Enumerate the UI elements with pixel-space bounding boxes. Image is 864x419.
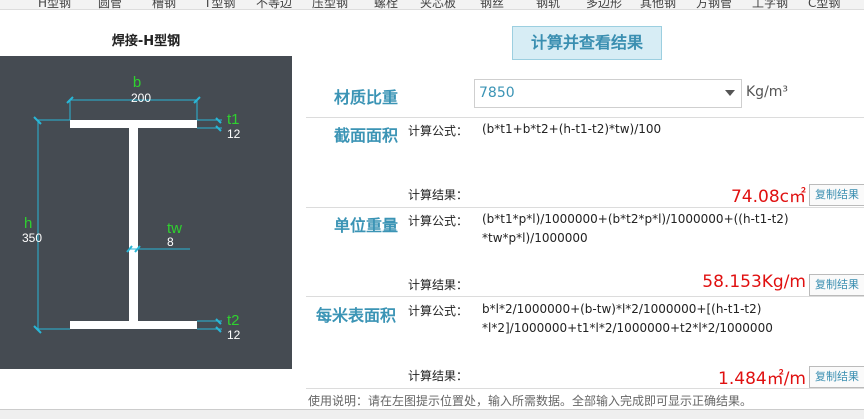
tab-c-steel[interactable]: C型钢 xyxy=(808,0,840,9)
tab-square-tube[interactable]: 方钢管 xyxy=(696,0,732,9)
weight-result: 58.153Kg/m xyxy=(702,272,806,292)
surface-result: 1.484㎡/m xyxy=(718,369,806,389)
h-label: h xyxy=(24,215,32,232)
result-label: 计算结果： xyxy=(408,369,469,383)
divider xyxy=(306,207,864,208)
formula-label: 计算公式： xyxy=(408,214,469,228)
chevron-down-icon[interactable] xyxy=(725,90,735,96)
h-value[interactable]: 350 xyxy=(22,231,42,245)
area-result: 74.08c㎡ xyxy=(730,187,806,207)
copy-area-button[interactable]: 复制结果 xyxy=(809,184,864,206)
area-formula: (b*t1+b*t2+(h-t1-t2)*tw)/100 xyxy=(482,120,862,139)
tw-value[interactable]: 8 xyxy=(167,235,174,249)
usage-note: 使用说明：请在左图提示位置处，输入所需数据。全部输入完成即可显示正确结果。 xyxy=(308,394,753,408)
density-select[interactable]: 7850 xyxy=(474,79,742,108)
copy-weight-button[interactable]: 复制结果 xyxy=(809,274,864,296)
bottom-status-bar xyxy=(0,409,864,419)
result-label: 计算结果： xyxy=(408,278,469,292)
h-beam-diagram: b 200 t1 12 h 350 tw 8 t2 12 xyxy=(0,56,292,369)
shape-tab-bar: H型钢 圆管 槽钢 T型钢 不等边 压型钢 螺栓 夹芯板 钢丝 钢轨 多边形 其… xyxy=(0,0,864,10)
b-value[interactable]: 200 xyxy=(131,91,151,105)
b-label: b xyxy=(133,74,141,91)
tab-profiled-steel[interactable]: 压型钢 xyxy=(312,0,348,9)
section-area-label: 截面面积 xyxy=(334,126,399,145)
tab-unequal-angle[interactable]: 不等边 xyxy=(256,0,292,9)
tab-rail[interactable]: 钢轨 xyxy=(536,0,560,9)
shape-title: 焊接-H型钢 xyxy=(111,34,181,49)
formula-line: b*l*2/1000000+(b-tw)*l*2/1000000+[(h-t1-… xyxy=(482,302,762,316)
tab-other-steel[interactable]: 其他钢 xyxy=(640,0,676,9)
tab-i-beam[interactable]: 工字钢 xyxy=(752,0,788,9)
weight-formula: (b*t1*p*l)/1000000+(b*t2*p*l)/1000000+((… xyxy=(482,210,862,248)
tab-bolt[interactable]: 螺栓 xyxy=(374,0,398,9)
bottom-flange xyxy=(70,321,197,329)
result-label: 计算结果： xyxy=(408,188,469,202)
tab-channel[interactable]: 槽钢 xyxy=(152,0,176,9)
formula-label: 计算公式： xyxy=(408,304,469,318)
tab-round-pipe[interactable]: 圆管 xyxy=(98,0,122,9)
tab-steel-wire[interactable]: 钢丝 xyxy=(480,0,504,9)
copy-surface-button[interactable]: 复制结果 xyxy=(809,366,864,388)
calculate-button[interactable]: 计算并查看结果 xyxy=(512,26,662,60)
tab-sandwich-panel[interactable]: 夹芯板 xyxy=(420,0,456,9)
density-value: 7850 xyxy=(479,85,515,101)
density-unit: Kg/m³ xyxy=(746,84,789,100)
tab-t-beam[interactable]: T型钢 xyxy=(204,0,235,9)
tab-h-beam[interactable]: H型钢 xyxy=(38,0,71,9)
top-flange xyxy=(70,120,197,128)
tab-polygon[interactable]: 多边形 xyxy=(586,0,622,9)
h-beam-drawing: b 200 t1 12 h 350 tw 8 t2 12 xyxy=(22,74,241,342)
t1-value[interactable]: 12 xyxy=(227,127,241,141)
density-label: 材质比重 xyxy=(334,88,399,107)
web xyxy=(129,128,138,321)
divider xyxy=(306,117,864,118)
formula-line: (b*t1+b*t2+(h-t1-t2)*tw)/100 xyxy=(482,122,662,136)
section-surface-label: 每米表面积 xyxy=(316,306,397,325)
formula-label: 计算公式： xyxy=(408,124,469,138)
formula-line: (b*t1*p*l)/1000000+(b*t2*p*l)/1000000+((… xyxy=(482,212,789,226)
t1-label: t1 xyxy=(227,111,240,128)
divider xyxy=(306,388,864,389)
section-weight-label: 单位重量 xyxy=(334,216,399,235)
formula-line: *tw*p*l)/1000000 xyxy=(482,231,588,245)
formula-line: *l*2]/1000000+t1*l*2/1000000+t2*l*2/1000… xyxy=(482,321,773,335)
surface-formula: b*l*2/1000000+(b-tw)*l*2/1000000+[(h-t1-… xyxy=(482,300,862,338)
divider xyxy=(306,296,864,297)
t2-value[interactable]: 12 xyxy=(227,328,241,342)
t2-label: t2 xyxy=(227,312,240,329)
